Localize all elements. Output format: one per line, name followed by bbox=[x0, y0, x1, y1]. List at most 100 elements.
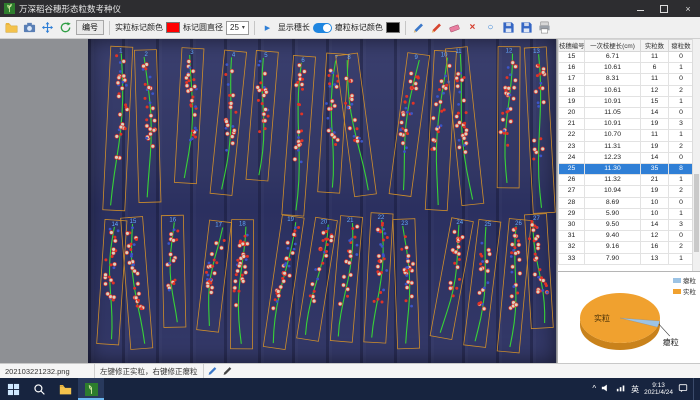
action-center-icon[interactable] bbox=[678, 380, 688, 398]
minimize-button[interactable] bbox=[628, 0, 652, 17]
table-row[interactable]: 2710.94192 bbox=[559, 186, 694, 197]
correct-filled-pencil-icon[interactable] bbox=[207, 365, 219, 377]
table-scrollbar[interactable] bbox=[692, 39, 700, 271]
input-language[interactable]: 英 bbox=[631, 384, 639, 395]
file-explorer-icon[interactable] bbox=[52, 378, 78, 400]
table-cell: 5.90 bbox=[585, 208, 641, 219]
system-tray: ^ 英 9:13 2021/4/24 bbox=[592, 378, 700, 400]
panicle-image[interactable]: 1234567891011121314151617181920212223242… bbox=[88, 39, 556, 363]
table-row[interactable]: 1810.61122 bbox=[559, 85, 694, 96]
svg-text:7: 7 bbox=[335, 55, 339, 61]
svg-text:27: 27 bbox=[533, 216, 540, 222]
correct-empty-pencil-icon[interactable] bbox=[222, 365, 234, 377]
table-row[interactable]: 178.31110 bbox=[559, 74, 694, 85]
table-cell: 1 bbox=[669, 253, 694, 264]
table-row[interactable]: 2011.05140 bbox=[559, 108, 694, 119]
table-cell: 0 bbox=[669, 108, 694, 119]
eraser-icon[interactable] bbox=[447, 20, 462, 35]
rotate-icon[interactable] bbox=[58, 20, 73, 35]
table-cell: 1 bbox=[669, 208, 694, 219]
app-taskbar-icon[interactable] bbox=[78, 378, 104, 400]
table-cell: 11 bbox=[641, 130, 669, 141]
table-cell: 32 bbox=[559, 242, 585, 253]
taskbar-clock[interactable]: 9:13 2021/4/24 bbox=[644, 382, 673, 397]
col-header-empty[interactable]: 瘪粒数 bbox=[669, 40, 694, 52]
table-row[interactable]: 1610.6161 bbox=[559, 63, 694, 74]
svg-text:1: 1 bbox=[119, 49, 123, 55]
play-icon[interactable]: ▶ bbox=[260, 20, 275, 35]
table-cell: 19 bbox=[559, 96, 585, 107]
save-icon[interactable] bbox=[501, 20, 516, 35]
show-length-toggle[interactable] bbox=[313, 23, 332, 33]
svg-text:20: 20 bbox=[321, 220, 328, 226]
open-file-icon[interactable] bbox=[4, 20, 19, 35]
table-row[interactable]: 337.90131 bbox=[559, 253, 694, 264]
table-row[interactable]: 288.69100 bbox=[559, 197, 694, 208]
table-row[interactable]: 2311.31192 bbox=[559, 141, 694, 152]
table-cell: 6.71 bbox=[585, 52, 641, 63]
print-icon[interactable] bbox=[537, 20, 552, 35]
table-cell: 1 bbox=[669, 175, 694, 186]
scrollbar-thumb[interactable] bbox=[694, 174, 699, 253]
pencil-icon[interactable] bbox=[411, 20, 426, 35]
table-cell: 0 bbox=[669, 197, 694, 208]
taskbar: ^ 英 9:13 2021/4/24 bbox=[0, 378, 700, 400]
delete-icon[interactable]: × bbox=[465, 20, 480, 35]
table-cell: 15 bbox=[559, 52, 585, 63]
diameter-select[interactable]: 25 ▾ bbox=[226, 21, 249, 35]
move-icon[interactable] bbox=[40, 20, 55, 35]
table-cell: 11.32 bbox=[585, 175, 641, 186]
table-cell: 14 bbox=[641, 220, 669, 231]
filename-cell: 202103221232.png bbox=[0, 364, 95, 378]
svg-text:10: 10 bbox=[441, 53, 448, 59]
table-cell: 28 bbox=[559, 197, 585, 208]
close-button[interactable]: × bbox=[676, 0, 700, 17]
col-header-id[interactable]: 枝穗编号 bbox=[559, 40, 585, 52]
table-cell: 7.90 bbox=[585, 253, 641, 264]
filled-color-swatch[interactable] bbox=[166, 22, 180, 33]
volume-icon[interactable] bbox=[601, 380, 611, 398]
table-row[interactable]: 329.16162 bbox=[559, 242, 694, 253]
table-row[interactable]: 2611.32211 bbox=[559, 175, 694, 186]
camera-icon[interactable] bbox=[22, 20, 37, 35]
table-row[interactable]: 1910.91151 bbox=[559, 96, 694, 107]
grain-table-body: 156.711101610.6161178.311101810.61122191… bbox=[559, 52, 694, 265]
pen-icon[interactable] bbox=[429, 20, 444, 35]
table-row[interactable]: 156.71110 bbox=[559, 52, 694, 63]
table-row[interactable]: 2412.23140 bbox=[559, 152, 694, 163]
save-as-icon[interactable] bbox=[519, 20, 534, 35]
tray-expand-icon[interactable]: ^ bbox=[592, 385, 596, 393]
table-cell: 10 bbox=[641, 208, 669, 219]
table-cell: 11.05 bbox=[585, 108, 641, 119]
svg-text:14: 14 bbox=[111, 222, 118, 228]
maximize-button[interactable] bbox=[652, 0, 676, 17]
table-row[interactable]: 2511.30358 bbox=[559, 164, 694, 175]
table-row[interactable]: 2210.70111 bbox=[559, 130, 694, 141]
table-row[interactable]: 309.50143 bbox=[559, 220, 694, 231]
col-header-filled[interactable]: 实粒数 bbox=[641, 40, 669, 52]
circle-tool-icon[interactable]: ○ bbox=[483, 20, 498, 35]
table-cell: 10 bbox=[641, 197, 669, 208]
show-length-label: 显示穗长 bbox=[278, 22, 310, 33]
col-header-length[interactable]: 一次枝梗长(cm) bbox=[585, 40, 641, 52]
table-cell: 10.91 bbox=[585, 96, 641, 107]
svg-text:8: 8 bbox=[347, 55, 351, 61]
start-button[interactable] bbox=[0, 378, 26, 400]
table-row[interactable]: 295.90101 bbox=[559, 208, 694, 219]
svg-text:5: 5 bbox=[264, 53, 268, 59]
table-row[interactable]: 319.40120 bbox=[559, 231, 694, 242]
svg-text:11: 11 bbox=[455, 49, 462, 55]
panicle-photo[interactable]: 1234567891011121314151617181920212223242… bbox=[88, 39, 556, 363]
table-row[interactable]: 2110.91193 bbox=[559, 119, 694, 130]
table-cell: 10.94 bbox=[585, 186, 641, 197]
show-desktop-button[interactable] bbox=[693, 378, 697, 400]
number-button[interactable]: 编号 bbox=[76, 20, 104, 35]
svg-text:15: 15 bbox=[130, 219, 137, 225]
table-cell: 27 bbox=[559, 186, 585, 197]
table-cell: 12.23 bbox=[585, 152, 641, 163]
svg-text:13: 13 bbox=[533, 49, 540, 55]
table-cell: 24 bbox=[559, 152, 585, 163]
empty-color-swatch[interactable] bbox=[386, 22, 400, 33]
search-icon[interactable] bbox=[26, 378, 52, 400]
network-icon[interactable] bbox=[616, 380, 626, 398]
